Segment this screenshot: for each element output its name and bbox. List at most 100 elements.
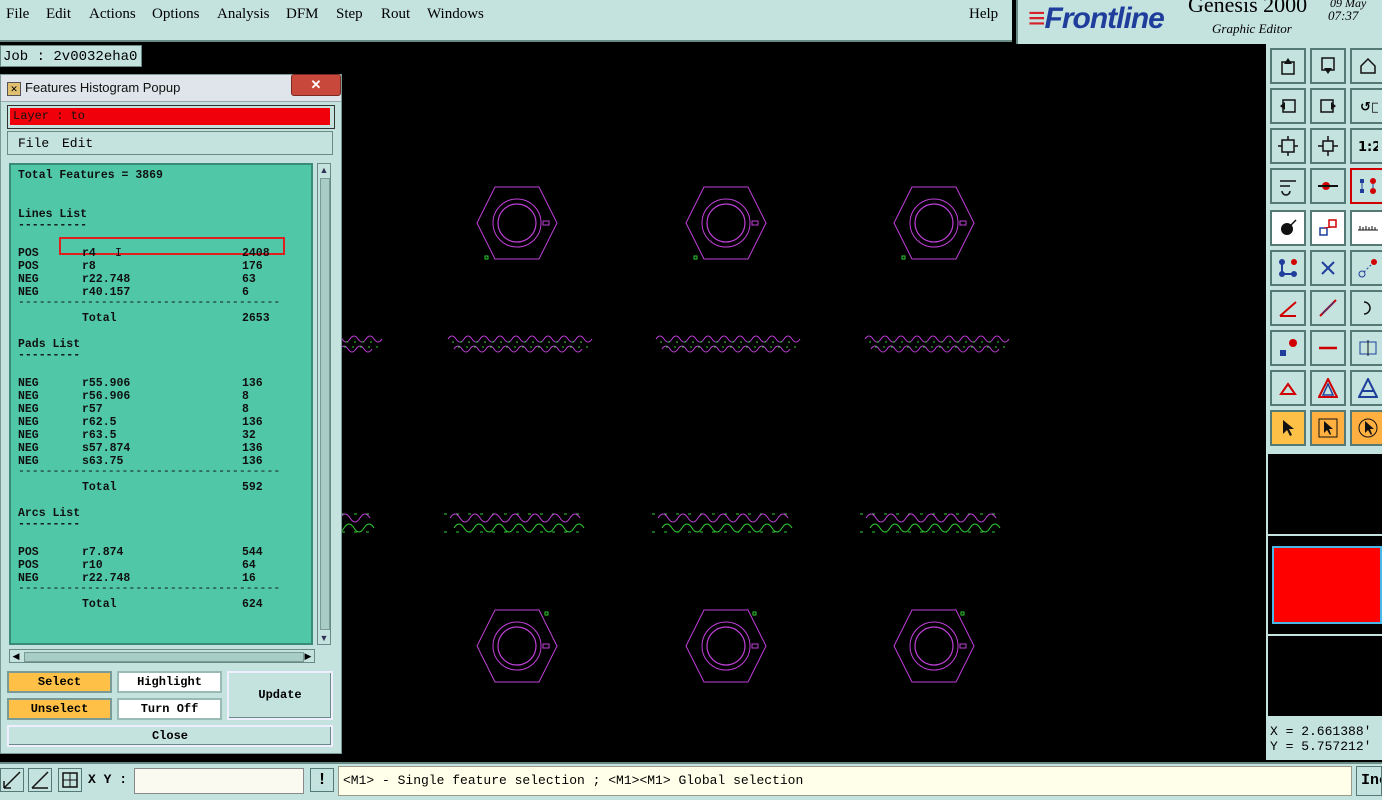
edit-tools-icon[interactable] bbox=[1270, 168, 1306, 204]
alert-button[interactable]: ! bbox=[310, 768, 334, 792]
triangle-outline-icon[interactable] bbox=[1350, 370, 1382, 406]
connect-icon[interactable] bbox=[1270, 250, 1306, 286]
row-symbol[interactable]: r62.5 bbox=[82, 416, 117, 429]
pad-icon[interactable] bbox=[1270, 210, 1306, 246]
turn-off-button[interactable]: Turn Off bbox=[117, 698, 222, 720]
scroll-thumb[interactable] bbox=[320, 178, 330, 630]
pan-left-icon[interactable] bbox=[1270, 88, 1306, 124]
menu-actions[interactable]: Actions bbox=[89, 6, 136, 23]
angle-icon[interactable] bbox=[28, 768, 52, 792]
row-polarity[interactable]: NEG bbox=[18, 273, 39, 286]
scroll-thumb[interactable] bbox=[24, 652, 304, 662]
row-count[interactable]: 544 bbox=[242, 546, 263, 559]
row-symbol[interactable]: r22.748 bbox=[82, 273, 130, 286]
scroll-down-icon[interactable]: ▼ bbox=[319, 633, 329, 643]
fit-screen-icon[interactable] bbox=[1270, 128, 1306, 164]
row-symbol[interactable]: r8 bbox=[82, 260, 96, 273]
resize-icon[interactable] bbox=[1310, 210, 1346, 246]
pointer-icon[interactable] bbox=[1270, 410, 1306, 446]
inc-button[interactable]: Inc bbox=[1356, 766, 1382, 796]
menu-rout[interactable]: Rout bbox=[381, 6, 410, 23]
measure-icon[interactable] bbox=[1350, 250, 1382, 286]
close-button[interactable]: Close bbox=[7, 725, 333, 747]
popup-menu-edit[interactable]: Edit bbox=[62, 136, 93, 151]
pointer-circle-icon[interactable] bbox=[1350, 410, 1382, 446]
row-polarity[interactable]: POS bbox=[18, 260, 39, 273]
row-polarity[interactable]: NEG bbox=[18, 377, 39, 390]
row-count[interactable]: 32 bbox=[242, 429, 256, 442]
mirror-icon[interactable] bbox=[1350, 330, 1382, 366]
scale-1-2-icon[interactable]: 1:2 bbox=[1350, 128, 1382, 164]
xy-input[interactable] bbox=[134, 768, 304, 794]
update-button[interactable]: Update bbox=[227, 671, 333, 720]
row-polarity[interactable]: NEG bbox=[18, 416, 39, 429]
menu-dfm[interactable]: DFM bbox=[286, 6, 319, 23]
row-polarity[interactable]: NEG bbox=[18, 390, 39, 403]
highlight-button[interactable]: Highlight bbox=[117, 671, 222, 693]
row-polarity[interactable]: POS bbox=[18, 546, 39, 559]
row-count[interactable]: 136 bbox=[242, 442, 263, 455]
menu-options[interactable]: Options bbox=[152, 6, 200, 23]
triangle-icon[interactable] bbox=[1310, 370, 1346, 406]
row-count[interactable]: 8 bbox=[242, 403, 249, 416]
menu-step[interactable]: Step bbox=[336, 6, 363, 23]
list-horizontal-scrollbar[interactable]: ◀ ▶ bbox=[9, 649, 315, 663]
scroll-left-icon[interactable]: ◀ bbox=[11, 650, 21, 662]
menu-edit[interactable]: Edit bbox=[46, 6, 71, 23]
row-symbol[interactable]: r57 bbox=[82, 403, 103, 416]
ruler-icon[interactable] bbox=[1350, 210, 1382, 246]
move-up-icon[interactable] bbox=[1270, 48, 1306, 84]
undo-zoom-icon[interactable]: ↺□ bbox=[1350, 88, 1382, 124]
home-icon[interactable] bbox=[1350, 48, 1382, 84]
row-polarity[interactable]: NEG bbox=[18, 442, 39, 455]
row-symbol[interactable]: s57.874 bbox=[82, 442, 130, 455]
pointer-box-icon[interactable] bbox=[1310, 410, 1346, 446]
menu-analysis[interactable]: Analysis bbox=[217, 6, 270, 23]
row-count[interactable]: 176 bbox=[242, 260, 263, 273]
scroll-up-icon[interactable]: ▲ bbox=[319, 165, 329, 175]
row-count[interactable]: 8 bbox=[242, 390, 249, 403]
menu-help[interactable]: Help bbox=[969, 6, 998, 23]
grid-icon[interactable] bbox=[58, 768, 82, 792]
rotate-icon[interactable] bbox=[1350, 290, 1382, 326]
scroll-right-icon[interactable]: ▶ bbox=[303, 650, 313, 662]
graphic-canvas[interactable] bbox=[342, 44, 1266, 760]
row-polarity[interactable]: POS bbox=[18, 559, 39, 572]
menu-file[interactable]: File bbox=[6, 6, 29, 23]
point-select-icon[interactable] bbox=[1270, 330, 1306, 366]
row-polarity[interactable]: POS bbox=[18, 247, 39, 260]
overview-viewport[interactable] bbox=[1272, 546, 1382, 624]
histogram-list[interactable]: Total Features = 3869 Lines List -------… bbox=[9, 163, 313, 645]
net-icon[interactable] bbox=[1350, 168, 1382, 204]
row-count[interactable]: 63 bbox=[242, 273, 256, 286]
row-symbol[interactable]: r10 bbox=[82, 559, 103, 572]
row-symbol[interactable]: r4 bbox=[82, 247, 96, 260]
row-symbol[interactable]: r63.5 bbox=[82, 429, 117, 442]
snap-point-icon[interactable] bbox=[1310, 168, 1346, 204]
list-vertical-scrollbar[interactable]: ▲ ▼ bbox=[317, 163, 331, 645]
triangle-small-icon[interactable] bbox=[1270, 370, 1306, 406]
zoom-center-icon[interactable] bbox=[1310, 128, 1346, 164]
row-polarity[interactable]: NEG bbox=[18, 403, 39, 416]
row-count[interactable]: 2408 bbox=[242, 247, 270, 260]
row-polarity[interactable]: NEG bbox=[18, 429, 39, 442]
menu-windows[interactable]: Windows bbox=[427, 6, 484, 23]
horizontal-line-icon[interactable] bbox=[1310, 330, 1346, 366]
overview-map[interactable] bbox=[1268, 536, 1382, 634]
pan-right-icon[interactable] bbox=[1310, 88, 1346, 124]
unselect-button[interactable]: Unselect bbox=[7, 698, 112, 720]
move-down-icon[interactable] bbox=[1310, 48, 1346, 84]
cross-icon[interactable] bbox=[1310, 250, 1346, 286]
row-count[interactable]: 64 bbox=[242, 559, 256, 572]
row-symbol[interactable]: r56.906 bbox=[82, 390, 130, 403]
row-count[interactable]: 136 bbox=[242, 377, 263, 390]
row-count[interactable]: 136 bbox=[242, 416, 263, 429]
window-close-button[interactable]: ✕ bbox=[291, 74, 341, 96]
line-angle-icon[interactable] bbox=[1270, 290, 1306, 326]
row-symbol[interactable]: r7.874 bbox=[82, 546, 123, 559]
popup-menu-file[interactable]: File bbox=[18, 136, 49, 151]
row-symbol[interactable]: r55.906 bbox=[82, 377, 130, 390]
slash-icon[interactable] bbox=[1310, 290, 1346, 326]
select-button[interactable]: Select bbox=[7, 671, 112, 693]
popup-titlebar[interactable]: ✕ Features Histogram Popup bbox=[1, 75, 341, 102]
